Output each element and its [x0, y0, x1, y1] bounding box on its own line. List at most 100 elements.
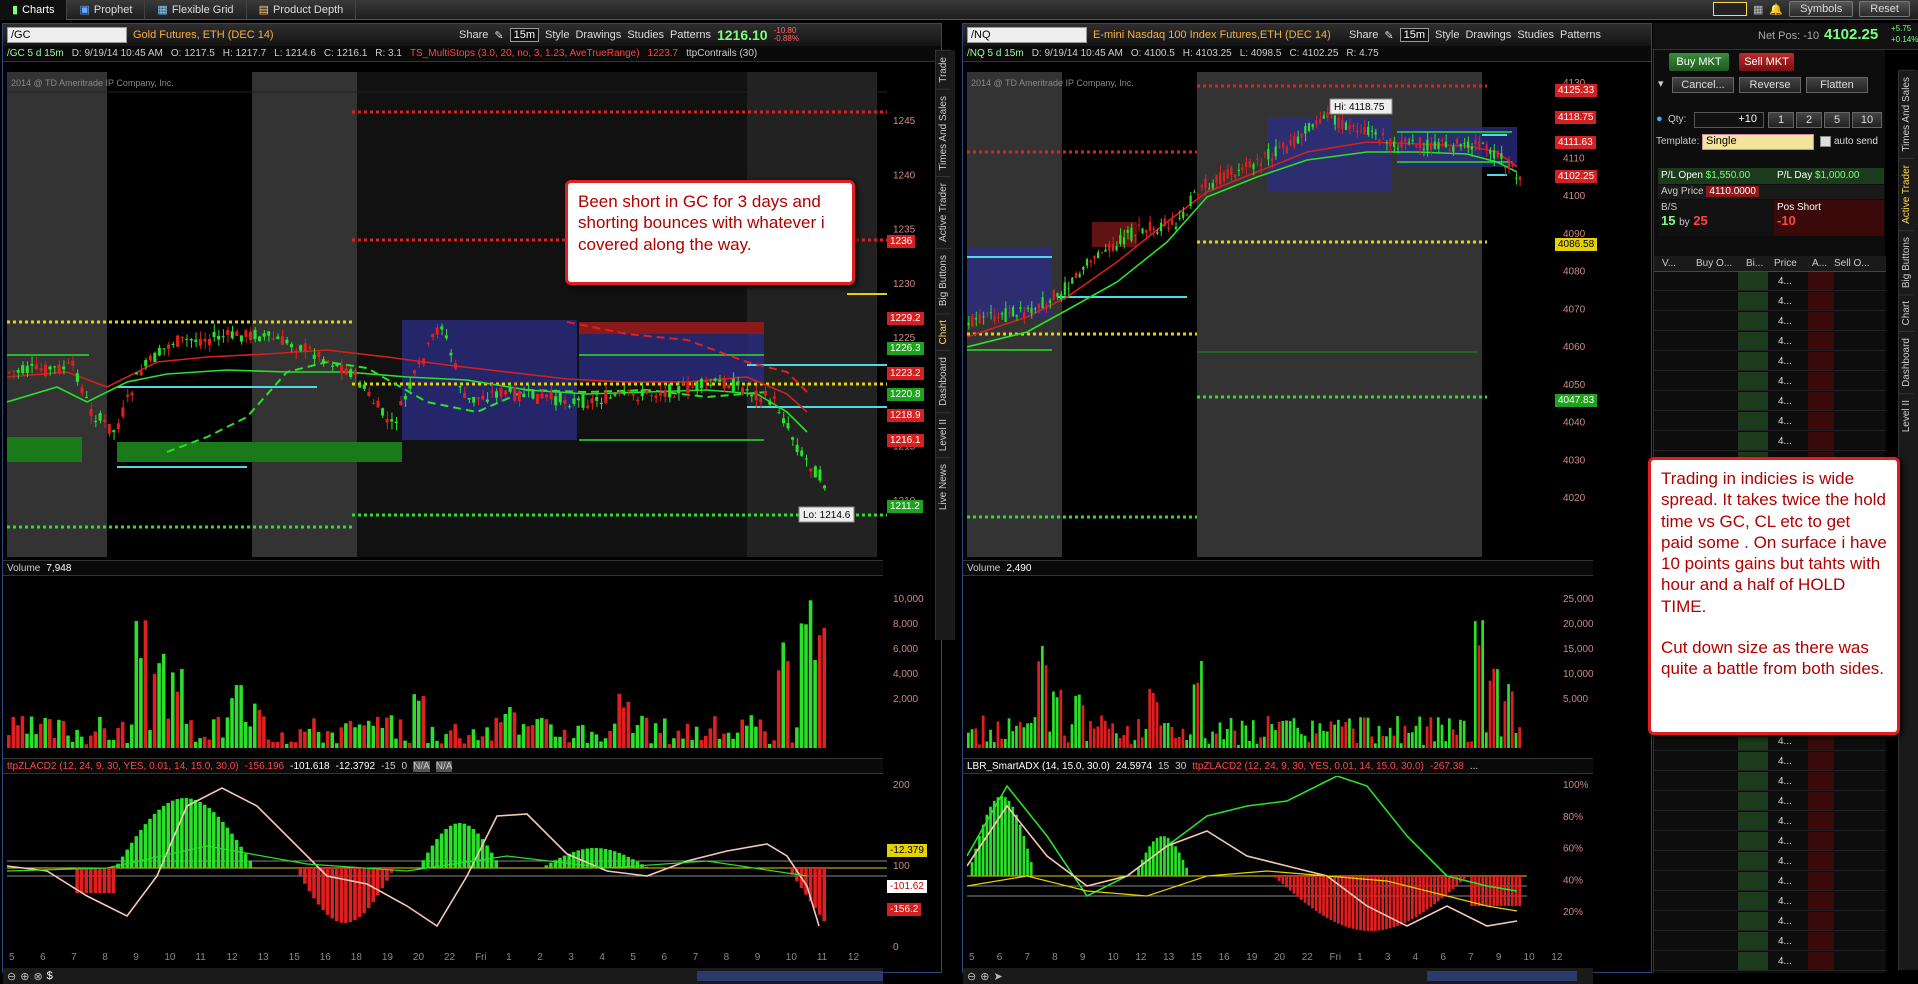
ladder-cell[interactable] — [1738, 392, 1768, 411]
zoom-out-icon[interactable]: ⊖ — [7, 970, 16, 983]
ladder-cell[interactable] — [1808, 752, 1834, 771]
buy-mkt-button[interactable]: Buy MKT — [1669, 53, 1729, 71]
side-tab-big-buttons-r[interactable]: Big Buttons — [1899, 229, 1914, 294]
ladder-cell[interactable] — [1834, 272, 1886, 291]
ladder-cell[interactable] — [1738, 912, 1768, 931]
ladder-cell[interactable] — [1686, 332, 1738, 351]
ladder-cell[interactable] — [1686, 312, 1738, 331]
qty-1-button[interactable]: 1 — [1768, 112, 1794, 128]
ladder-cell[interactable] — [1834, 312, 1886, 331]
ladder-cell[interactable] — [1808, 332, 1834, 351]
side-tab-trade[interactable]: Trade — [936, 50, 951, 89]
nq-timeframe-select[interactable]: 15m — [1399, 28, 1429, 42]
ladder-cell[interactable] — [1738, 952, 1768, 971]
ladder-cell[interactable] — [1654, 292, 1686, 311]
ladder-cell[interactable] — [1654, 812, 1686, 831]
ladder-cell[interactable] — [1686, 852, 1738, 871]
nq-symbol-input[interactable]: /NQ — [967, 27, 1087, 43]
ladder-col-sell-orders[interactable]: Sell O... — [1834, 258, 1870, 269]
ladder-cell[interactable] — [1686, 432, 1738, 451]
ladder-row[interactable]: 4... — [1654, 272, 1886, 292]
gc-drawings-button[interactable]: Drawings — [575, 29, 621, 41]
gc-symbol-input[interactable]: /GC — [7, 27, 127, 43]
auto-send-checkbox[interactable] — [1820, 136, 1831, 147]
ladder-row[interactable]: 4... — [1654, 932, 1886, 952]
ladder-cell[interactable] — [1834, 432, 1886, 451]
ladder-cell[interactable] — [1834, 872, 1886, 891]
ladder-cell[interactable] — [1686, 812, 1738, 831]
gc-style-button[interactable]: Style — [545, 29, 569, 41]
qty-5-button[interactable]: 5 — [1824, 112, 1850, 128]
side-tab-chart[interactable]: Chart — [936, 312, 951, 350]
ladder-cell[interactable] — [1738, 812, 1768, 831]
tab-prophet[interactable]: ▣ Prophet — [67, 0, 146, 20]
gc-share-button[interactable]: Share — [459, 29, 488, 41]
zoom-in-icon[interactable]: ⊕ — [980, 970, 989, 983]
ladder-cell[interactable] — [1654, 852, 1686, 871]
nq-oscillator-chart[interactable]: 100% 80% 60% 40% 20% — [967, 776, 1607, 951]
ladder-cell[interactable] — [1738, 292, 1768, 311]
ladder-cell[interactable] — [1834, 912, 1886, 931]
ladder-cell[interactable] — [1654, 792, 1686, 811]
ladder-cell[interactable] — [1654, 932, 1686, 951]
ladder-cell[interactable] — [1686, 832, 1738, 851]
ladder-cell[interactable] — [1686, 272, 1738, 291]
side-tab-dashboard-r[interactable]: Dashboard — [1899, 331, 1914, 394]
dollar-icon[interactable]: $ — [47, 970, 53, 982]
side-tab-times-sales-r[interactable]: Times And Sales — [1899, 70, 1914, 158]
ladder-cell[interactable] — [1686, 912, 1738, 931]
ladder-cell[interactable] — [1808, 932, 1834, 951]
qty-input[interactable]: +10 — [1694, 112, 1764, 128]
ladder-cell[interactable] — [1808, 912, 1834, 931]
ladder-cell[interactable] — [1808, 872, 1834, 891]
ladder-row[interactable]: 4... — [1654, 292, 1886, 312]
ladder-cell[interactable] — [1654, 312, 1686, 331]
ladder-row[interactable]: 4... — [1654, 772, 1886, 792]
nq-drawings-button[interactable]: Drawings — [1465, 29, 1511, 41]
gc-price-chart[interactable]: 12451240123512301225122012151210 Lo: 121… — [7, 72, 937, 557]
ladder-row[interactable]: 4... — [1654, 412, 1886, 432]
reverse-button[interactable]: Reverse — [1739, 77, 1801, 93]
ladder-row[interactable]: 4... — [1654, 372, 1886, 392]
ladder-cell[interactable] — [1808, 272, 1834, 291]
chevron-down-icon[interactable]: ▾ — [1658, 77, 1664, 90]
ladder-cell[interactable] — [1738, 872, 1768, 891]
ladder-cell[interactable] — [1808, 852, 1834, 871]
ladder-cell[interactable] — [1738, 932, 1768, 951]
ladder-cell[interactable] — [1834, 752, 1886, 771]
gc-oscillator-chart[interactable]: 200 100 0 — [7, 776, 937, 951]
ladder-cell[interactable] — [1834, 952, 1886, 971]
ladder-cell[interactable] — [1738, 372, 1768, 391]
ladder-cell[interactable] — [1808, 892, 1834, 911]
ladder-cell[interactable] — [1686, 412, 1738, 431]
ladder-row[interactable]: 4... — [1654, 312, 1886, 332]
reset-button[interactable]: Reset — [1859, 1, 1910, 17]
ladder-cell[interactable] — [1834, 412, 1886, 431]
ladder-cell[interactable] — [1686, 392, 1738, 411]
side-tab-level-ii-r[interactable]: Level II — [1899, 393, 1914, 439]
gc-volume-chart[interactable]: 10,000 8,000 6,000 4,000 2,000 — [7, 578, 937, 758]
ladder-cell[interactable] — [1686, 772, 1738, 791]
ladder-cell[interactable] — [1738, 852, 1768, 871]
ladder-row[interactable]: 4... — [1654, 392, 1886, 412]
gc-patterns-button[interactable]: Patterns — [670, 29, 711, 41]
ladder-cell[interactable] — [1654, 392, 1686, 411]
template-select[interactable]: Single — [1702, 134, 1814, 150]
ladder-cell[interactable] — [1686, 952, 1738, 971]
cancel-button[interactable]: Cancel... — [1672, 77, 1734, 93]
ladder-cell[interactable] — [1834, 392, 1886, 411]
ladder-col-buy-orders[interactable]: Buy O... — [1696, 258, 1732, 269]
qty-10-button[interactable]: 10 — [1852, 112, 1882, 128]
ladder-cell[interactable] — [1808, 432, 1834, 451]
side-tab-times-sales[interactable]: Times And Sales — [936, 88, 951, 177]
ladder-col-bid[interactable]: Bi... — [1746, 258, 1763, 269]
ladder-col-ask[interactable]: A... — [1812, 258, 1827, 269]
ladder-cell[interactable] — [1738, 332, 1768, 351]
side-tab-level-ii[interactable]: Level II — [936, 411, 951, 458]
ladder-cell[interactable] — [1686, 372, 1738, 391]
ladder-cell[interactable] — [1738, 832, 1768, 851]
ladder-row[interactable]: 4... — [1654, 352, 1886, 372]
side-tab-active-trader-r[interactable]: Active Trader — [1899, 157, 1914, 230]
ladder-cell[interactable] — [1738, 772, 1768, 791]
ladder-cell[interactable] — [1654, 352, 1686, 371]
